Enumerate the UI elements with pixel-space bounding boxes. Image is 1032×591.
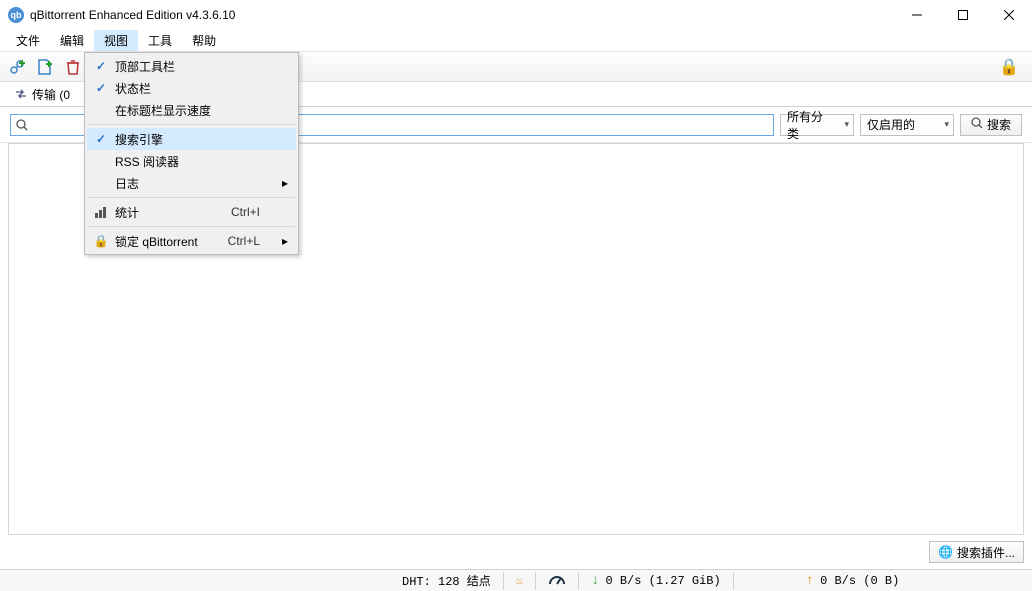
menu-item-label: 统计 — [115, 204, 231, 221]
menu-separator — [88, 226, 295, 227]
title-bar: qb qBittorrent Enhanced Edition v4.3.6.1… — [0, 0, 1032, 30]
minimize-button[interactable] — [894, 0, 940, 30]
menu-file[interactable]: 文件 — [6, 30, 50, 51]
category-combo[interactable]: 所有分类 ▾ — [780, 114, 854, 136]
engines-combo[interactable]: 仅启用的 ▾ — [860, 114, 954, 136]
menu-file-label: 文件 — [16, 32, 40, 49]
close-button[interactable] — [986, 0, 1032, 30]
arrow-up-icon: ↑ — [806, 573, 814, 589]
arrow-down-icon: ↓ — [591, 573, 599, 589]
chevron-down-icon: ▾ — [934, 119, 949, 130]
plugins-row: 🌐 搜索插件... — [0, 535, 1032, 569]
status-dht[interactable]: DHT: 128 结点 — [390, 572, 503, 589]
menu-bar: 文件 编辑 视图 工具 帮助 ✓ 顶部工具栏 ✓ 状态栏 在标题栏显示速度 ✓ … — [0, 30, 1032, 52]
status-dht-text: DHT: 128 结点 — [402, 572, 491, 589]
menu-item-label: 在标题栏显示速度 — [115, 102, 266, 119]
gauge-icon — [548, 573, 566, 589]
delete-button[interactable] — [62, 56, 84, 78]
menu-item-statistics[interactable]: 统计 Ctrl+I — [87, 201, 296, 223]
file-plus-icon — [36, 58, 54, 76]
lock-icon: 🔒 — [999, 57, 1019, 77]
tab-transfers-label: 传输 (0 — [32, 86, 70, 103]
view-menu-dropdown: ✓ 顶部工具栏 ✓ 状态栏 在标题栏显示速度 ✓ 搜索引擎 RSS 阅读器 — [84, 52, 299, 255]
add-file-button[interactable] — [34, 56, 56, 78]
menu-tools[interactable]: 工具 — [138, 30, 182, 51]
menu-item-label: 搜索引擎 — [115, 131, 266, 148]
menu-item-lock[interactable]: 🔒 锁定 qBittorrent Ctrl+L ▸ — [87, 230, 296, 252]
status-download-text: 0 B/s (1.27 GiB) — [605, 574, 720, 588]
menu-item-top-toolbar[interactable]: ✓ 顶部工具栏 — [87, 55, 296, 77]
lock-button[interactable]: 🔒 — [998, 56, 1020, 78]
search-icon — [11, 119, 33, 131]
menu-item-label: 日志 — [115, 175, 266, 192]
menu-edit[interactable]: 编辑 — [50, 30, 94, 51]
menu-item-label: 锁定 qBittorrent — [115, 233, 228, 250]
transfer-icon — [14, 87, 28, 101]
menu-separator — [88, 124, 295, 125]
lock-icon: 🔒 — [94, 234, 109, 248]
menu-edit-label: 编辑 — [60, 32, 84, 49]
status-firewall[interactable]: ♨ — [504, 573, 535, 588]
chevron-down-icon: ▾ — [834, 119, 849, 130]
search-button[interactable]: 搜索 — [960, 114, 1022, 136]
status-alt-speed[interactable] — [536, 573, 578, 589]
check-icon: ✓ — [96, 132, 106, 146]
engines-combo-label: 仅启用的 — [867, 116, 915, 133]
menu-help-label: 帮助 — [192, 32, 216, 49]
menu-item-search-engine[interactable]: ✓ 搜索引擎 — [87, 128, 296, 150]
submenu-arrow-icon: ▸ — [282, 234, 288, 248]
trash-icon — [64, 58, 82, 76]
menu-separator — [88, 197, 295, 198]
search-plugins-button[interactable]: 🌐 搜索插件... — [929, 541, 1024, 563]
globe-icon: 🌐 — [938, 545, 953, 559]
add-link-button[interactable] — [6, 56, 28, 78]
menu-tools-label: 工具 — [148, 32, 172, 49]
maximize-button[interactable] — [940, 0, 986, 30]
flame-icon: ♨ — [516, 573, 523, 588]
status-separator — [733, 572, 734, 590]
menu-view-label: 视图 — [104, 32, 128, 49]
link-plus-icon — [8, 58, 26, 76]
check-icon: ✓ — [96, 59, 106, 73]
window-title: qBittorrent Enhanced Edition v4.3.6.10 — [30, 8, 894, 22]
search-button-label: 搜索 — [987, 116, 1011, 133]
category-combo-label: 所有分类 — [787, 108, 834, 142]
search-plugins-label: 搜索插件... — [957, 544, 1015, 561]
menu-help[interactable]: 帮助 — [182, 30, 226, 51]
menu-item-statusbar[interactable]: ✓ 状态栏 — [87, 77, 296, 99]
menu-item-label: 顶部工具栏 — [115, 58, 266, 75]
menu-item-rss-reader[interactable]: RSS 阅读器 — [87, 150, 296, 172]
status-download[interactable]: ↓ 0 B/s (1.27 GiB) — [579, 573, 733, 589]
menu-item-shortcut: Ctrl+I — [231, 205, 266, 219]
status-upload-text: 0 B/s (0 B) — [820, 574, 899, 588]
status-bar: DHT: 128 结点 ♨ ↓ 0 B/s (1.27 GiB) ↑ 0 B/s… — [0, 569, 1032, 591]
menu-item-label: RSS 阅读器 — [115, 153, 266, 170]
submenu-arrow-icon: ▸ — [282, 176, 288, 190]
search-icon — [971, 117, 983, 132]
app-icon: qb — [8, 7, 24, 23]
menu-item-label: 状态栏 — [115, 80, 266, 97]
menu-item-speed-in-title[interactable]: 在标题栏显示速度 — [87, 99, 296, 121]
tab-transfers[interactable]: 传输 (0 — [8, 82, 76, 106]
check-icon: ✓ — [96, 81, 106, 95]
menu-item-shortcut: Ctrl+L — [228, 234, 266, 248]
menu-item-log[interactable]: 日志 ▸ — [87, 172, 296, 194]
stats-icon — [94, 205, 108, 219]
status-upload[interactable]: ↑ 0 B/s (0 B) — [794, 573, 912, 589]
menu-view[interactable]: 视图 — [94, 30, 138, 51]
